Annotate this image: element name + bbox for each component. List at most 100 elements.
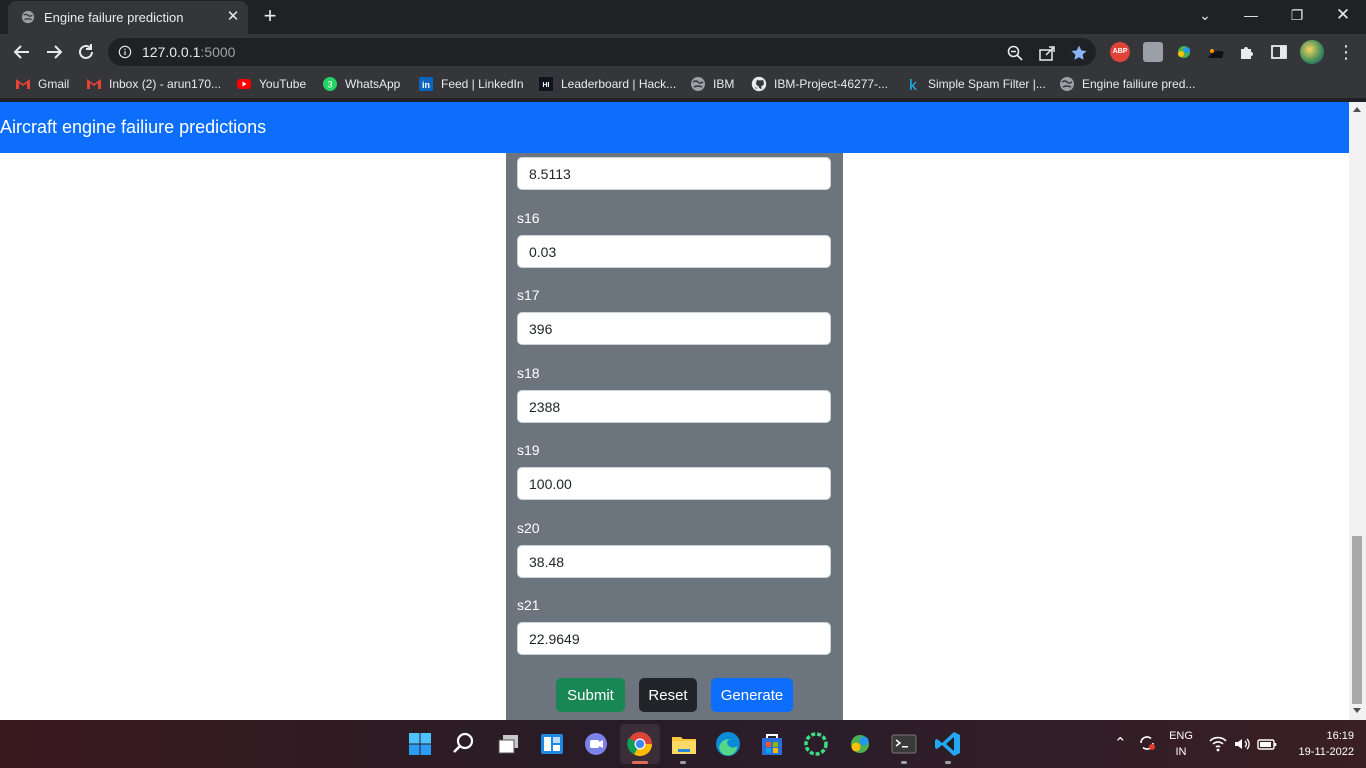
svg-text:3: 3 (327, 80, 332, 90)
input-s19[interactable] (517, 467, 831, 500)
store-icon[interactable] (757, 729, 787, 759)
scrollbar-thumb[interactable] (1352, 536, 1362, 704)
page-scrollbar[interactable] (1349, 102, 1366, 720)
clock-date[interactable]: 19-11-2022 (1288, 746, 1354, 758)
windows-start-icon[interactable] (405, 729, 435, 759)
submit-button[interactable]: Submit (556, 678, 625, 712)
bookmark-ibm[interactable]: IBM (690, 75, 734, 93)
volume-icon[interactable] (1232, 735, 1252, 753)
bookmark-kaggle[interactable]: k Simple Spam Filter |... (905, 75, 1046, 93)
address-bar[interactable]: 127.0.0.1:5000 (108, 38, 1096, 66)
input-s21[interactable] (517, 622, 831, 655)
bookmark-whatsapp[interactable]: 3 WhatsApp (322, 75, 400, 93)
browser-toolbar: 127.0.0.1:5000 ABP ⋮ (0, 34, 1366, 70)
profile-avatar[interactable] (1300, 40, 1324, 64)
bookmark-youtube[interactable]: YouTube (236, 75, 306, 93)
site-info-icon[interactable] (118, 45, 132, 59)
bookmark-inbox[interactable]: Inbox (2) - arun170... (86, 75, 221, 93)
gmail-icon (16, 79, 30, 89)
svg-text:HI: HI (543, 82, 550, 89)
vscode-icon[interactable] (933, 729, 963, 759)
field-label-s16: s16 (517, 210, 540, 226)
reload-icon[interactable] (74, 40, 98, 64)
whatsapp-icon: 3 (323, 77, 337, 91)
input-s17[interactable] (517, 312, 831, 345)
extension-icon[interactable] (1174, 42, 1194, 62)
active-app-indicator (632, 761, 648, 764)
running-app-indicator (901, 761, 907, 764)
chevron-up-icon[interactable]: ⌃ (1114, 734, 1127, 752)
back-icon[interactable] (10, 40, 34, 64)
tab-search-icon[interactable]: ⌄ (1182, 0, 1228, 32)
scroll-down-arrow[interactable] (1353, 708, 1361, 713)
input-s18[interactable] (517, 390, 831, 423)
bookmark-gmail[interactable]: Gmail (15, 75, 69, 93)
kaggle-icon: k (909, 77, 917, 92)
zoom-icon[interactable] (1006, 44, 1024, 62)
partial-field-input[interactable] (517, 157, 831, 190)
search-icon[interactable] (449, 729, 479, 759)
browser-app-icon[interactable] (845, 729, 875, 759)
bookmark-engine[interactable]: Engine failiure pred... (1059, 75, 1195, 93)
bookmark-star-icon[interactable] (1070, 44, 1088, 62)
sync-icon[interactable] (1136, 732, 1158, 754)
youtube-icon (237, 79, 251, 89)
widgets-icon[interactable] (537, 729, 567, 759)
close-window-button[interactable]: ✕ (1320, 0, 1366, 32)
language-indicator[interactable]: ENG (1167, 730, 1195, 742)
field-label-s18: s18 (517, 365, 540, 381)
side-panel-icon[interactable] (1269, 42, 1289, 62)
gmail-icon (87, 79, 101, 89)
generate-button[interactable]: Generate (711, 678, 793, 712)
region-indicator[interactable]: IN (1167, 746, 1195, 758)
edge-icon[interactable] (713, 729, 743, 759)
windows-taskbar: ⌃ ENG IN 16:19 19-11-2022 (0, 720, 1366, 768)
battery-icon[interactable] (1256, 735, 1278, 753)
hackerrank-icon: HI (539, 77, 553, 91)
app-ring-icon[interactable] (801, 729, 831, 759)
file-explorer-icon[interactable] (669, 729, 699, 759)
restore-button[interactable]: ❐ (1274, 0, 1320, 32)
puzzle-icon[interactable] (1237, 42, 1257, 62)
field-label-s21: s21 (517, 597, 540, 613)
new-tab-button[interactable]: + (259, 5, 281, 28)
chrome-icon[interactable] (625, 729, 655, 759)
svg-text:in: in (422, 80, 430, 90)
close-tab-icon[interactable]: ✕ (224, 8, 242, 26)
minimize-button[interactable]: — (1228, 0, 1274, 32)
menu-icon[interactable]: ⋮ (1336, 42, 1356, 62)
forward-icon[interactable] (42, 40, 66, 64)
scroll-up-arrow[interactable] (1353, 107, 1361, 112)
bookmark-hackerrank[interactable]: HI Leaderboard | Hack... (538, 75, 676, 93)
input-s16[interactable] (517, 235, 831, 268)
running-app-indicator (680, 761, 686, 764)
svg-text:k: k (909, 77, 917, 92)
globe-icon (21, 10, 35, 24)
extension-icon[interactable] (1206, 42, 1226, 62)
browser-tab[interactable]: Engine failure prediction ✕ (8, 1, 248, 34)
reset-button[interactable]: Reset (639, 678, 697, 712)
teams-chat-icon[interactable] (581, 729, 611, 759)
share-icon[interactable] (1038, 44, 1056, 62)
clock-time[interactable]: 16:19 (1288, 730, 1354, 742)
navbar: Aircraft engine failiure predictions (0, 102, 1349, 153)
tab-strip: Engine failure prediction ✕ + ⌄ — ❐ ✕ (0, 0, 1366, 34)
terminal-icon[interactable] (889, 729, 919, 759)
bookmark-linkedin[interactable]: in Feed | LinkedIn (418, 75, 524, 93)
extension-icon[interactable] (1143, 42, 1163, 62)
globe-icon (1060, 77, 1074, 91)
github-icon (751, 76, 767, 92)
url-text: 127.0.0.1:5000 (142, 44, 236, 60)
task-view-icon[interactable] (494, 729, 524, 759)
running-app-indicator (945, 761, 951, 764)
adblock-extension-icon[interactable]: ABP (1110, 42, 1130, 62)
bookmark-github[interactable]: IBM-Project-46277-... (751, 75, 888, 93)
input-s20[interactable] (517, 545, 831, 578)
navbar-brand[interactable]: Aircraft engine failiure predictions (0, 117, 266, 138)
tab-title: Engine failure prediction (44, 10, 184, 25)
page-viewport: Aircraft engine failiure predictions s16… (0, 102, 1366, 720)
field-label-s17: s17 (517, 287, 540, 303)
wifi-icon[interactable] (1208, 735, 1228, 753)
prediction-form: s16 s17 s18 s19 s20 s21 Submit Reset Gen… (506, 153, 843, 720)
field-label-s19: s19 (517, 442, 540, 458)
